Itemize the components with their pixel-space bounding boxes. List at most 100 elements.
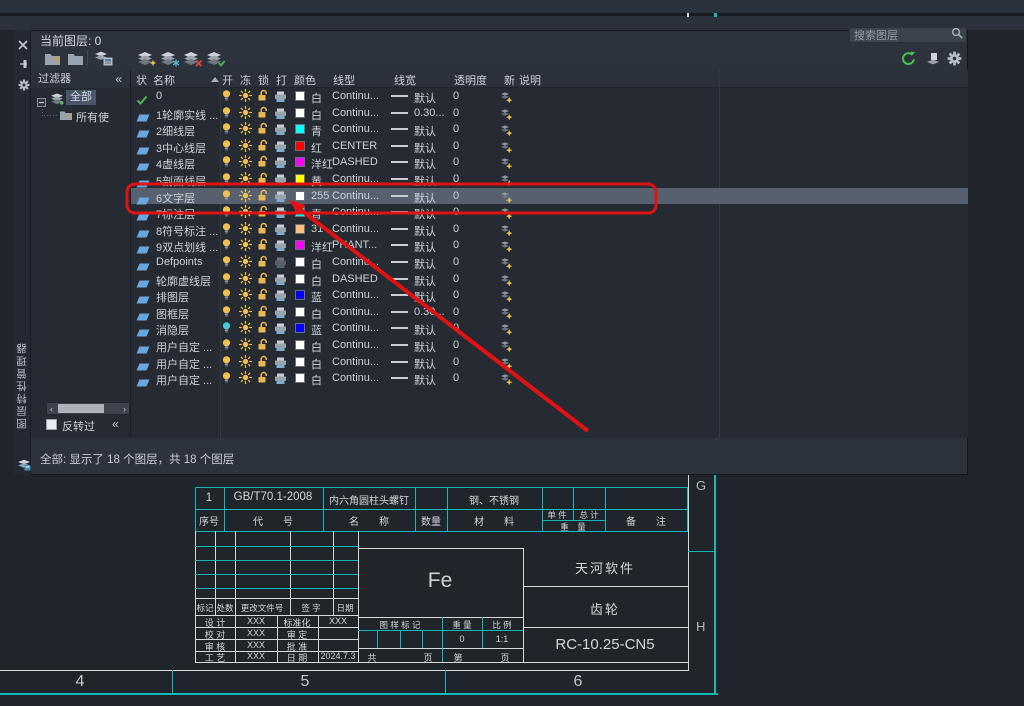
- filter-item-all[interactable]: 全部: [66, 90, 96, 105]
- layer-row-7标注层[interactable]: 7标注层青Continu...默认0: [131, 204, 968, 221]
- set-current-layer-icon[interactable]: [206, 50, 226, 72]
- layer-linetype[interactable]: Continu...: [332, 322, 379, 334]
- layer-color-swatch[interactable]: [295, 323, 305, 333]
- layer-lineweight[interactable]: 默认: [414, 372, 436, 388]
- layer-on-icon[interactable]: [221, 371, 232, 389]
- layer-color-swatch[interactable]: [295, 274, 305, 284]
- layer-transparency[interactable]: 0: [453, 190, 459, 202]
- layer-row-图框层[interactable]: 图框层白Continu...0.30...0: [131, 304, 968, 321]
- invert-collapse-icon[interactable]: «: [112, 417, 119, 431]
- layer-transparency[interactable]: 0: [453, 173, 459, 185]
- col-on[interactable]: 开: [222, 72, 233, 88]
- col-vp[interactable]: 新: [504, 72, 515, 88]
- layer-lineweight[interactable]: 0.30...: [414, 107, 445, 119]
- layer-transparency[interactable]: 0: [453, 239, 459, 251]
- layer-linetype[interactable]: Continu...: [332, 223, 379, 235]
- layer-lineweight[interactable]: 默认: [414, 190, 436, 206]
- layer-freeze-icon[interactable]: [239, 371, 252, 389]
- new-property-filter-icon[interactable]: [44, 51, 62, 71]
- layer-row-排图层[interactable]: 排图层蓝Continu...默认0: [131, 287, 968, 304]
- layer-color-swatch[interactable]: [295, 108, 305, 118]
- layer-transparency[interactable]: 0: [453, 356, 459, 368]
- layer-lineweight[interactable]: 默认: [414, 322, 436, 338]
- layer-linetype[interactable]: Continu...: [332, 123, 379, 135]
- col-description[interactable]: 说明: [519, 72, 541, 88]
- new-layer-icon[interactable]: [137, 50, 157, 72]
- filter-collapse-icon[interactable]: «: [115, 70, 122, 88]
- layer-lineweight[interactable]: 默认: [414, 173, 436, 189]
- layer-linetype[interactable]: PHANT...: [332, 239, 377, 251]
- layer-row-3中心线层[interactable]: 3中心线层红CENTER默认0: [131, 138, 968, 155]
- delete-layer-icon[interactable]: [183, 50, 203, 72]
- layer-lineweight[interactable]: 默认: [414, 273, 436, 289]
- layer-lineweight[interactable]: 默认: [414, 356, 436, 372]
- layer-linetype[interactable]: Continu...: [332, 206, 379, 218]
- layer-row-5剖面线层[interactable]: 5剖面线层黄Continu...默认0: [131, 171, 968, 188]
- layer-row-用户自定 ...[interactable]: 用户自定 ...白Continu...默认0: [131, 337, 968, 354]
- layer-linetype[interactable]: Continu...: [332, 339, 379, 351]
- layer-color-swatch[interactable]: [295, 340, 305, 350]
- layer-transparency[interactable]: 0: [453, 339, 459, 351]
- new-group-filter-icon[interactable]: [67, 51, 84, 71]
- layer-transparency[interactable]: 0: [453, 123, 459, 135]
- layer-color-swatch[interactable]: [295, 191, 305, 201]
- vp-freeze-icon[interactable]: [499, 372, 512, 390]
- layer-plot-icon[interactable]: [274, 372, 287, 390]
- layer-lineweight[interactable]: 默认: [414, 223, 436, 239]
- layer-linetype[interactable]: Continu...: [332, 173, 379, 185]
- layer-row-4虚线层[interactable]: 4虚线层洋红DASHED默认0: [131, 154, 968, 171]
- layer-color-swatch[interactable]: [295, 124, 305, 134]
- layer-transparency[interactable]: 0: [453, 256, 459, 268]
- layer-row-6文字层[interactable]: 6文字层255Continu...默认0: [131, 188, 968, 205]
- layer-linetype[interactable]: Continu...: [332, 256, 379, 268]
- layer-transparency[interactable]: 0: [453, 306, 459, 318]
- layer-page-icon[interactable]: [926, 52, 940, 71]
- layer-linetype[interactable]: Continu...: [332, 356, 379, 368]
- layer-linetype[interactable]: DASHED: [332, 273, 378, 285]
- col-lineweight[interactable]: 线宽: [394, 72, 416, 88]
- layer-transparency[interactable]: 0: [453, 289, 459, 301]
- col-linetype[interactable]: 线型: [333, 72, 355, 88]
- layer-lock-icon[interactable]: [257, 371, 269, 389]
- layer-color-swatch[interactable]: [295, 357, 305, 367]
- scroll-right-icon[interactable]: ›: [123, 404, 126, 414]
- filter-item-used[interactable]: 所有使: [76, 109, 109, 125]
- new-layer-frozen-icon[interactable]: [160, 50, 180, 72]
- layer-color-swatch[interactable]: [295, 91, 305, 101]
- palette-gear-icon[interactable]: [18, 78, 30, 96]
- invert-filter-checkbox[interactable]: [46, 419, 57, 430]
- layer-row-8符号标注 ...[interactable]: 8符号标注 ...31Continu...默认0: [131, 221, 968, 238]
- layer-color-swatch[interactable]: [295, 141, 305, 151]
- layer-color-swatch[interactable]: [295, 240, 305, 250]
- layer-linetype[interactable]: Continu...: [332, 306, 379, 318]
- layer-row-消隐层[interactable]: 消隐层蓝Continu...默认0: [131, 320, 968, 337]
- layer-transparency[interactable]: 0: [453, 322, 459, 334]
- layer-color-swatch[interactable]: [295, 257, 305, 267]
- layer-lineweight[interactable]: 默认: [414, 339, 436, 355]
- layer-transparency[interactable]: 0: [453, 206, 459, 218]
- col-transparency[interactable]: 透明度: [454, 72, 487, 88]
- col-status[interactable]: 状: [136, 72, 147, 88]
- layer-color-swatch[interactable]: [295, 174, 305, 184]
- layer-transparency[interactable]: 0: [453, 223, 459, 235]
- layer-color-swatch[interactable]: [295, 207, 305, 217]
- layer-linetype[interactable]: Continu...: [332, 90, 379, 102]
- layer-lineweight[interactable]: 默认: [414, 256, 436, 272]
- layer-transparency[interactable]: 0: [453, 107, 459, 119]
- layer-transparency[interactable]: 0: [453, 140, 459, 152]
- layer-color-swatch[interactable]: [295, 290, 305, 300]
- layer-color-swatch[interactable]: [295, 373, 305, 383]
- layer-transparency[interactable]: 0: [453, 273, 459, 285]
- layer-linetype[interactable]: Continu...: [332, 107, 379, 119]
- layer-color-swatch[interactable]: [295, 307, 305, 317]
- layer-states-icon[interactable]: [94, 50, 113, 71]
- col-name[interactable]: 名称: [153, 72, 175, 88]
- layer-linetype[interactable]: Continu...: [332, 190, 379, 202]
- search-input[interactable]: 搜索图层: [849, 27, 967, 43]
- close-icon[interactable]: [18, 37, 28, 55]
- col-plot[interactable]: 打: [276, 72, 287, 88]
- scrollbar-thumb[interactable]: [58, 404, 104, 413]
- layer-lineweight[interactable]: 默认: [414, 90, 436, 106]
- col-color[interactable]: 颜色: [294, 72, 316, 88]
- layer-lineweight[interactable]: 默认: [414, 156, 436, 172]
